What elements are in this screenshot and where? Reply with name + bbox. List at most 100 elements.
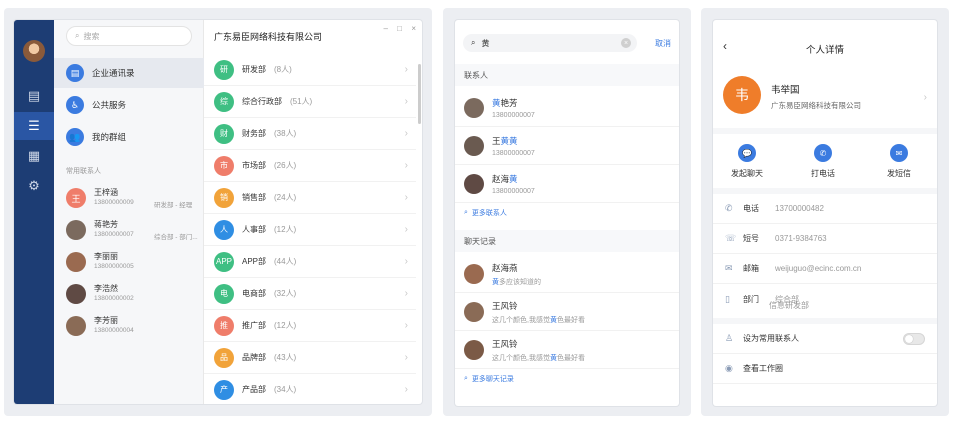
menu-icon: 👥 [66,128,84,146]
contact-row[interactable]: 李芳丽 13800000004 [54,310,204,342]
department-row[interactable]: 产产品部 (34人) › [204,374,416,404]
user-plus-icon: ♙ [725,333,734,343]
contact-row[interactable]: 王王梓涵 13800000009 研发部 - 经理 [54,182,204,214]
menu-item[interactable]: 👥 我的群组 [54,122,204,152]
search-input[interactable]: ⌕ 搜索 [66,26,192,46]
department-row[interactable]: APP APP部 (44人) › [204,246,416,278]
contacts-icon[interactable]: ☰ [14,112,54,140]
sms-button[interactable]: ✉ 发短信 [869,144,929,179]
right-pane: 广东易臣网络科技有限公司 – □ × 研研发部 (8人) › 综综合行政部 (51人) ›… [204,20,422,404]
avatar [464,136,484,156]
set-frequent-row[interactable]: ♙ 设为常用联系人 [713,324,937,354]
chevron-right-icon: › [404,320,408,331]
chat-section-header: 聊天记录 [455,230,679,252]
avatar: 王 [66,188,86,208]
contacts-section-header: 联系人 [455,64,679,86]
chat-icon[interactable]: ▤ [14,82,54,110]
department-icon: 研 [214,59,234,80]
sms-icon: ✉ [890,144,908,162]
minimize-button[interactable]: – [384,24,388,33]
detail-panel: ‹ 个人详情 韦 韦举国 广东易臣网络科技有限公司 › 💬 发起聊天 ✆ 打电话 ✉ 发短… [701,8,949,416]
search-result-contact[interactable]: 黄艳芳 13800000007 [455,90,679,127]
department-icon: 人 [214,219,234,240]
department-row[interactable]: 市市场部 (26人) › [204,150,416,182]
chevron-right-icon: › [404,288,408,299]
department-icon: 电 [214,283,234,304]
search-screen: ⌕ 黄 × 取消 联系人 黄艳芳 13800000007 王黄黄 1380000000… [455,20,679,406]
avatar [66,220,86,240]
landline-icon: ☏ [725,233,737,243]
more-chats-link[interactable]: ⌕ 更多聊天记录 [464,374,514,384]
contact-row[interactable]: 蒋艳芳 13800000007 综合部 - 部门... [54,214,204,246]
maximize-button[interactable]: □ [397,24,402,33]
department-icon: 综 [214,91,234,112]
close-button[interactable]: × [411,24,416,33]
department-icon: 市 [214,155,234,176]
search-result-contact[interactable]: 王黄黄 13800000007 [455,128,679,165]
contact-row[interactable]: 李浩然 13800000002 [54,278,204,310]
frequent-toggle[interactable] [903,332,925,345]
department-row[interactable]: 人人事部 (12人) › [204,214,416,246]
contact-row[interactable]: 李丽丽 13800000005 [54,246,204,278]
user-avatar[interactable] [23,40,45,62]
avatar [464,264,484,284]
chevron-right-icon: › [404,256,408,267]
mail-icon: ✉ [725,263,733,273]
page-title: 个人详情 [805,45,844,56]
department-row[interactable]: 销销售部 (24人) › [204,182,416,214]
detail-field[interactable]: ☏ 短号 0371-9384763 [713,224,937,254]
search-input[interactable]: ⌕ 黄 × [463,34,637,52]
chevron-right-icon: › [404,128,408,139]
menu-item[interactable]: ▤ 企业通讯录 [54,58,204,88]
department-row[interactable]: 品品牌部 (43人) › [204,342,416,374]
chevron-right-icon: › [404,352,408,363]
call-button[interactable]: ✆ 打电话 [793,144,853,179]
department-icon: 产 [214,379,234,400]
document-icon: ▯ [725,293,730,304]
detail-field[interactable]: ✆ 电话 13700000482 [713,194,937,224]
chevron-right-icon: › [404,96,408,107]
department-row[interactable]: 推推广部 (12人) › [204,310,416,342]
settings-icon[interactable]: ⚙ [14,172,54,200]
avatar [464,302,484,322]
avatar [66,284,86,304]
chevron-right-icon: › [404,160,408,171]
more-contacts-link[interactable]: ⌕ 更多联系人 [464,208,507,218]
detail-field[interactable]: ▯ 部门 综合部 [713,284,937,314]
department-row[interactable]: 综综合行政部 (51人) › [204,86,416,118]
department-icon: APP [214,251,234,272]
menu-icon: ♿ [66,96,84,114]
search-result-chat[interactable]: 赵海燕 黄多应该知道的 [455,256,679,293]
search-icon: ⌕ [464,375,468,382]
view-schedule-row[interactable]: ◉ 查看工作圈 [713,354,937,384]
desktop-panel: ▤ ☰ ▦ ⚙ ⌕ 搜索 ▤ 企业通讯录 ♿ 公共服务 👥 我的群组 常用联系人 王王梓涵… [4,8,432,416]
department-row[interactable]: 电电商部 (32人) › [204,278,416,310]
menu-item[interactable]: ♿ 公共服务 [54,90,204,120]
department-row[interactable]: 财财务部 (38人) › [204,118,416,150]
phone-icon: ✆ [814,144,832,162]
detail-field[interactable]: ✉ 邮箱 weijuguo@ecinc.com.cn [713,254,937,284]
clear-icon[interactable]: × [621,38,631,48]
avatar [464,98,484,118]
search-icon: ⌕ [464,209,468,216]
avatar [66,252,86,272]
eye-icon: ◉ [725,363,733,373]
apps-icon[interactable]: ▦ [14,142,54,170]
chat-bubble-icon: 💬 [738,144,756,162]
person-company: 广东易臣网络科技有限公司 [771,101,861,110]
avatar [464,340,484,360]
department-row[interactable]: 研研发部 (8人) › [204,54,416,86]
chevron-right-icon: › [404,384,408,395]
search-icon: ⌕ [471,38,476,47]
department-icon: 销 [214,187,234,208]
search-result-chat[interactable]: 王风铃 这几个颜色,我感觉黄色最好看 [455,294,679,331]
chat-button[interactable]: 💬 发起聊天 [717,144,777,179]
phone-outline-icon: ✆ [725,203,733,213]
chevron-right-icon[interactable]: › [924,92,927,103]
cancel-button[interactable]: 取消 [655,38,671,49]
search-result-contact[interactable]: 赵海黄 13800000007 [455,166,679,203]
search-result-chat[interactable]: 王风铃 这几个颜色,我感觉黄色最好看 [455,332,679,369]
scrollbar[interactable] [418,64,421,124]
chevron-right-icon: › [404,64,408,75]
desktop-window: ▤ ☰ ▦ ⚙ ⌕ 搜索 ▤ 企业通讯录 ♿ 公共服务 👥 我的群组 常用联系人 王王梓涵… [14,20,422,404]
